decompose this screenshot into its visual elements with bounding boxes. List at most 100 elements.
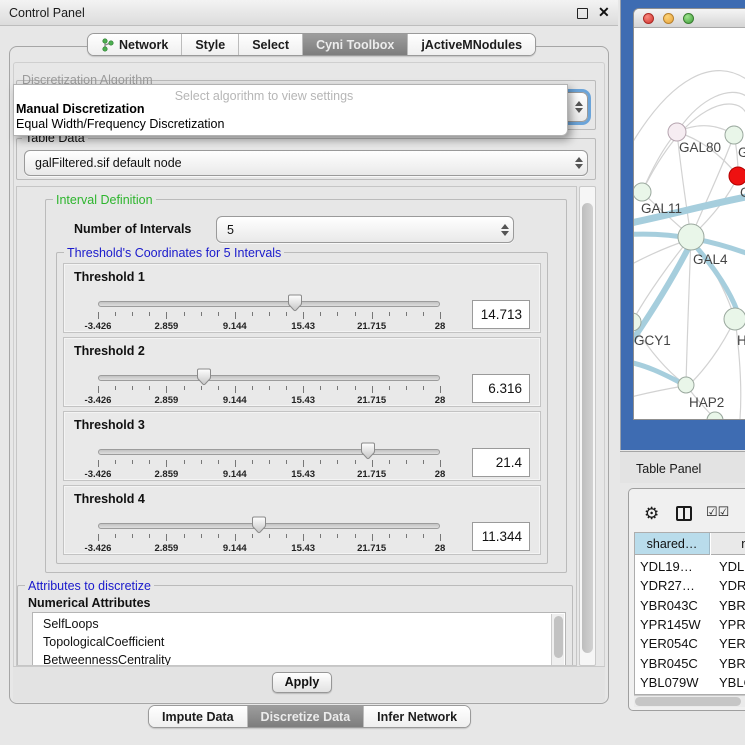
list-scrollbar[interactable] [551, 614, 564, 666]
table-cell-shared-name[interactable]: YDL19… [640, 559, 693, 574]
network-node[interactable] [634, 183, 651, 201]
scrollbar-thumb[interactable] [582, 203, 593, 653]
tab-select[interactable]: Select [239, 34, 303, 55]
table-cell-name[interactable]: YBLO [719, 675, 745, 690]
threshold-value-field[interactable]: 14.713 [472, 300, 530, 329]
slider-tick-label: -3.426 [85, 543, 112, 554]
slider-tick-label: -3.426 [85, 321, 112, 332]
slider-track[interactable] [98, 375, 440, 381]
slider-tick [149, 460, 150, 464]
number-of-intervals-combobox[interactable]: 5 [216, 216, 514, 243]
table-cell-shared-name[interactable]: YBL079W [640, 675, 699, 690]
tab-network[interactable]: Network [88, 34, 182, 55]
columns-icon[interactable] [676, 506, 692, 521]
slider-tick [149, 312, 150, 316]
slider-tick-label: 28 [435, 543, 446, 554]
slider-tick [372, 312, 373, 319]
table-cell-name[interactable]: YBRO [719, 656, 745, 671]
threshold-label: Threshold 4 [74, 492, 145, 506]
scrollbar-thumb[interactable] [635, 697, 741, 706]
slider-track[interactable] [98, 449, 440, 455]
apply-button[interactable]: Apply [272, 672, 332, 693]
table-cell-name[interactable]: YERO [719, 636, 745, 651]
network-node[interactable] [678, 224, 704, 250]
node-table[interactable]: shared…n… YDL19… YDL1 YDR27… YDR2 YBR043C YBRO… [634, 532, 745, 695]
network-node-label: GAL80 [679, 140, 721, 155]
close-light[interactable] [643, 13, 654, 24]
table-horizontal-scrollbar[interactable] [634, 695, 745, 707]
threshold-value-field[interactable]: 21.4 [472, 448, 530, 477]
slider-tick-label: 15.43 [291, 543, 315, 554]
slider-tick [269, 534, 270, 538]
column-header-name[interactable]: n… [711, 533, 745, 555]
slider-tick [389, 534, 390, 538]
network-edge[interactable] [634, 386, 684, 399]
tab-discretize-data[interactable]: Discretize Data [248, 706, 365, 727]
slider-tick [303, 460, 304, 467]
threshold-value-field[interactable]: 11.344 [472, 522, 530, 551]
table-cell-shared-name[interactable]: YPR145W [640, 617, 701, 632]
tab-label: Impute Data [162, 710, 234, 724]
slider-thumb[interactable] [287, 294, 303, 312]
checkbox-icon[interactable]: ☑☑ [706, 504, 729, 520]
table-cell-name[interactable]: YDR2 [719, 578, 745, 593]
table-cell-shared-name[interactable]: YBR045C [640, 656, 698, 671]
slider-tick [320, 460, 321, 464]
slider-tick [235, 386, 236, 393]
popup-item-manual-discretization[interactable]: Manual Discretization [16, 102, 145, 116]
attribute-item-topologicalcoefficient[interactable]: TopologicalCoefficient [43, 635, 164, 649]
network-node[interactable] [725, 126, 743, 144]
numerical-attributes-list[interactable]: SelfLoops TopologicalCoefficient Betweenne… [32, 612, 566, 666]
settings-vertical-scrollbar[interactable] [579, 186, 596, 666]
tab-cyni-toolbox[interactable]: Cyni Toolbox [303, 34, 408, 55]
network-edge[interactable] [642, 132, 677, 192]
popup-item-equal-width-frequency-discretization[interactable]: Equal Width/Frequency Discretization [16, 117, 224, 131]
network-node[interactable] [668, 123, 686, 141]
table-cell-name[interactable]: YBRO [719, 598, 745, 613]
network-canvas[interactable]: GAL80GACGAL11GAL4GCY1HHAP2 [634, 29, 745, 420]
slider-tick [372, 386, 373, 393]
tab-impute-data[interactable]: Impute Data [149, 706, 248, 727]
combo-stepper-icon [571, 157, 587, 169]
table-cell-name[interactable]: YPR1 [719, 617, 745, 632]
zoom-light[interactable] [683, 13, 694, 24]
float-window-icon[interactable] [577, 8, 588, 19]
tab-jactivemnodules[interactable]: jActiveMNodules [408, 34, 535, 55]
network-edge[interactable] [691, 319, 735, 383]
slider-tick [149, 534, 150, 538]
slider-tick [423, 386, 424, 390]
column-header-shared-name[interactable]: shared… [635, 533, 710, 555]
slider-tick [389, 312, 390, 316]
slider-tick [252, 534, 253, 538]
threshold-value-field[interactable]: 6.316 [472, 374, 530, 403]
slider-tick-label: 21.715 [357, 321, 386, 332]
attribute-item-selfloops[interactable]: SelfLoops [43, 617, 99, 631]
slider-tick-label: 21.715 [357, 543, 386, 554]
slider-track[interactable] [98, 523, 440, 529]
table-cell-shared-name[interactable]: YER054C [640, 636, 698, 651]
table-cell-name[interactable]: YDL1 [719, 559, 745, 574]
network-node[interactable] [729, 167, 745, 185]
network-edge[interactable] [686, 237, 691, 385]
slider-tick [201, 312, 202, 316]
slider-tick [201, 534, 202, 538]
slider-thumb[interactable] [196, 368, 212, 386]
tab-style[interactable]: Style [182, 34, 239, 55]
network-edge-thick[interactable] [634, 361, 685, 385]
table-cell-shared-name[interactable]: YBR043C [640, 598, 698, 613]
close-icon[interactable]: ✕ [598, 4, 610, 21]
gear-icon[interactable]: ⚙ [644, 504, 659, 524]
slider-tick [303, 386, 304, 393]
network-node[interactable] [724, 308, 745, 330]
network-node[interactable] [678, 377, 694, 393]
slider-thumb[interactable] [360, 442, 376, 460]
table-data-combobox[interactable]: galFiltered.sif default node [24, 150, 588, 176]
table-cell-shared-name[interactable]: YDR27… [640, 578, 695, 593]
minimize-light[interactable] [663, 13, 674, 24]
slider-tick-label: 28 [435, 321, 446, 332]
slider-tick [406, 312, 407, 316]
tab-infer-network[interactable]: Infer Network [364, 706, 470, 727]
slider-thumb[interactable] [251, 516, 267, 534]
attribute-item-betweennesscentrality[interactable]: BetweennessCentrality [43, 653, 171, 666]
slider-track[interactable] [98, 301, 440, 307]
